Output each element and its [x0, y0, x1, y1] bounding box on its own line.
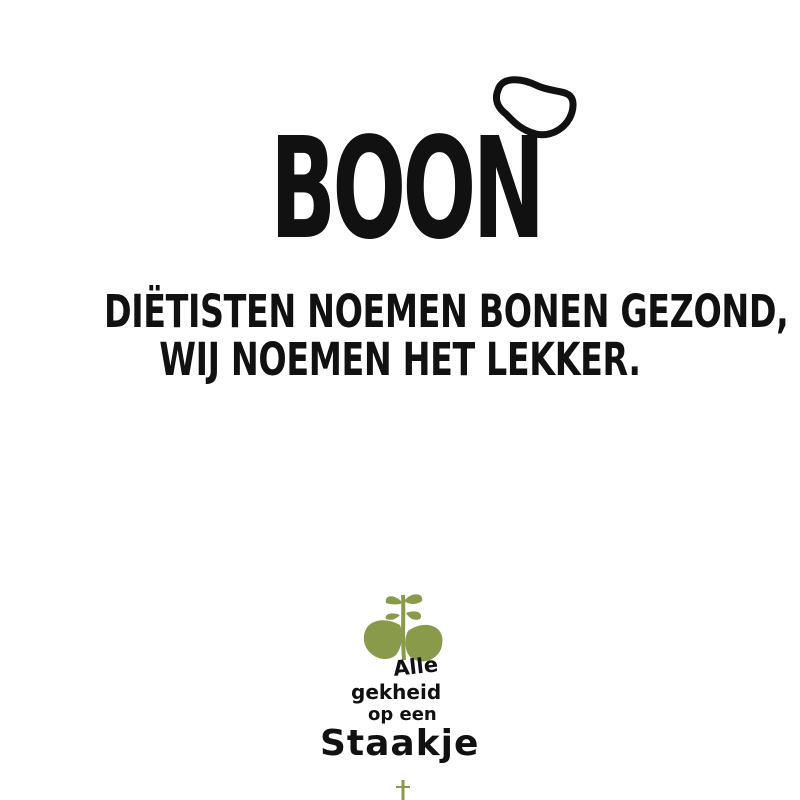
- plant-logo-line-1: Alle: [392, 652, 440, 681]
- plant-logo: Alle gekheid op een Staakje: [300, 585, 510, 800]
- tagline-line-1: DIËTISTEN NOEMEN BONEN GEZOND,: [104, 285, 789, 338]
- boon-logo: BOON: [270, 72, 580, 260]
- plant-logo-line-3: op een: [368, 704, 437, 725]
- tagline-line-2: WIJ NOEMEN HET LEKKER.: [159, 333, 641, 386]
- tagline: DIËTISTEN NOEMEN BONEN GEZOND, WIJ NOEME…: [0, 288, 800, 384]
- plant-logo-line-2: gekheid: [351, 680, 442, 704]
- plant-logo-line-4: Staakje: [320, 723, 480, 764]
- bean-sprout-icon: [492, 76, 577, 172]
